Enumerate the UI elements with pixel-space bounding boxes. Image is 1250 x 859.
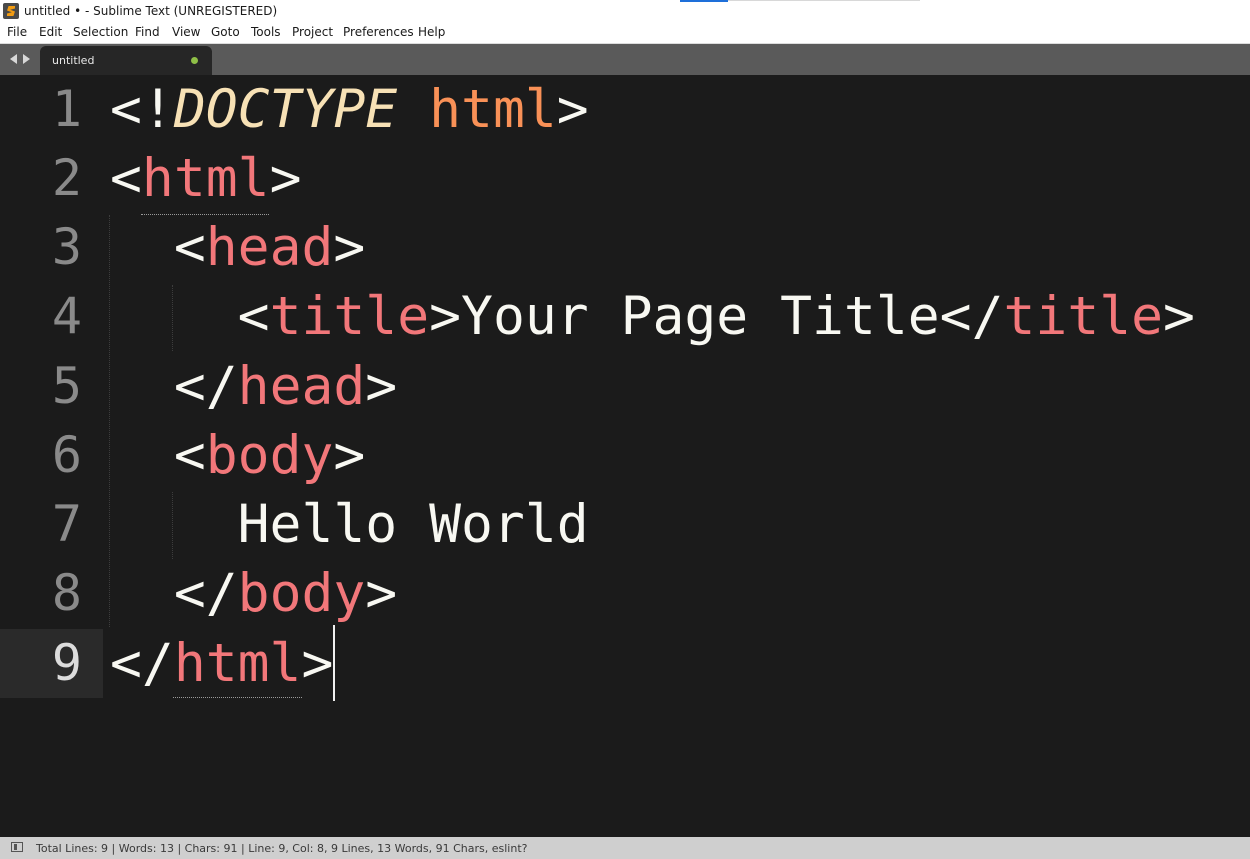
tab-scroll-right-icon[interactable] (23, 54, 30, 64)
window-title: untitled • - Sublime Text (UNREGISTERED) (24, 4, 278, 18)
code-token-punc: > (301, 633, 334, 694)
code-line[interactable]: Hello World (110, 490, 589, 559)
code-token-punc: </ (173, 356, 238, 417)
status-text: Total Lines: 9 | Words: 13 | Chars: 91 |… (36, 842, 528, 855)
code-token-tag: title (269, 286, 430, 347)
unsaved-dot-icon[interactable] (191, 57, 198, 64)
status-bar: Total Lines: 9 | Words: 13 | Chars: 91 |… (0, 837, 1250, 859)
menu-bar: File Edit Selection Find View Goto Tools… (0, 23, 1250, 44)
code-line[interactable]: <!DOCTYPE html> (110, 75, 589, 144)
code-token-punc: > (333, 217, 366, 278)
line-number: 4 (51, 287, 82, 345)
menu-edit[interactable]: Edit (39, 25, 62, 39)
code-token-tag: body (237, 563, 366, 624)
code-token-punc: > (429, 286, 462, 347)
code-line[interactable]: </head> (110, 352, 397, 421)
code-token-tag: title (1003, 286, 1164, 347)
menu-find[interactable]: Find (135, 25, 160, 39)
code-editor[interactable]: 1 2 3 4 5 6 7 8 9 <!DOCTYPE html> <html>… (0, 75, 1250, 837)
line-number: 6 (51, 426, 82, 484)
menu-view[interactable]: View (172, 25, 200, 39)
tab-scroll-left-icon[interactable] (10, 54, 17, 64)
code-token-tag: head (237, 356, 366, 417)
code-line[interactable]: <html> (110, 144, 301, 213)
code-token-tag: body (205, 425, 334, 486)
line-number: 1 (51, 80, 82, 138)
code-line[interactable]: <head> (110, 213, 365, 282)
menu-tools[interactable]: Tools (251, 25, 281, 39)
menu-help[interactable]: Help (418, 25, 445, 39)
title-bar: untitled • - Sublime Text (UNREGISTERED) (0, 0, 1250, 23)
panel-toggle-icon[interactable] (11, 842, 23, 852)
code-token-punc: < (237, 286, 270, 347)
text-caret (333, 625, 335, 701)
code-token-punc: </ (110, 633, 174, 694)
sublime-text-icon (3, 3, 19, 19)
menu-preferences[interactable]: Preferences (343, 25, 414, 39)
code-token-text: Your Page Title (461, 286, 940, 347)
menu-project[interactable]: Project (292, 25, 333, 39)
tab-label: untitled (52, 54, 95, 67)
code-token-punc: > (1163, 286, 1195, 347)
code-token-punc: > (365, 356, 398, 417)
code-token-punc: > (333, 425, 366, 486)
code-token-doctype: DOCTYPE (173, 79, 398, 140)
line-number: 8 (51, 564, 82, 622)
code-token-text: Hello World (237, 494, 589, 555)
code-line[interactable]: </body> (110, 559, 397, 628)
line-number: 5 (51, 357, 82, 415)
code-line[interactable]: <body> (110, 421, 365, 490)
code-line[interactable]: <title>Your Page Title</title> (110, 282, 1195, 351)
line-number: 7 (51, 495, 82, 553)
code-token-punc: > (556, 79, 589, 140)
menu-selection[interactable]: Selection (73, 25, 128, 39)
line-number: 3 (51, 218, 82, 276)
code-token-tag: head (205, 217, 334, 278)
code-token-tag: html (141, 148, 270, 209)
menu-goto[interactable]: Goto (211, 25, 240, 39)
code-token-punc: > (365, 563, 398, 624)
code-token-punc: < (173, 425, 206, 486)
code-token-punc: </ (939, 286, 1004, 347)
code-token-punc: </ (173, 563, 238, 624)
titlebar-accent (680, 0, 728, 2)
code-line[interactable]: </html> (110, 629, 333, 698)
code-token-punc: < (110, 148, 142, 209)
line-number-active: 9 (51, 634, 82, 692)
code-token-punc: < (173, 217, 206, 278)
code-token-punc: > (269, 148, 302, 209)
tab-bar: untitled (0, 44, 1250, 75)
code-token-tag: html (173, 633, 302, 694)
menu-file[interactable]: File (7, 25, 27, 39)
tab-untitled[interactable]: untitled (40, 46, 212, 75)
titlebar-accent-line (728, 0, 920, 1)
line-number: 2 (51, 149, 82, 207)
code-token-kw: html (429, 79, 557, 140)
code-token-punc: <! (110, 79, 174, 140)
